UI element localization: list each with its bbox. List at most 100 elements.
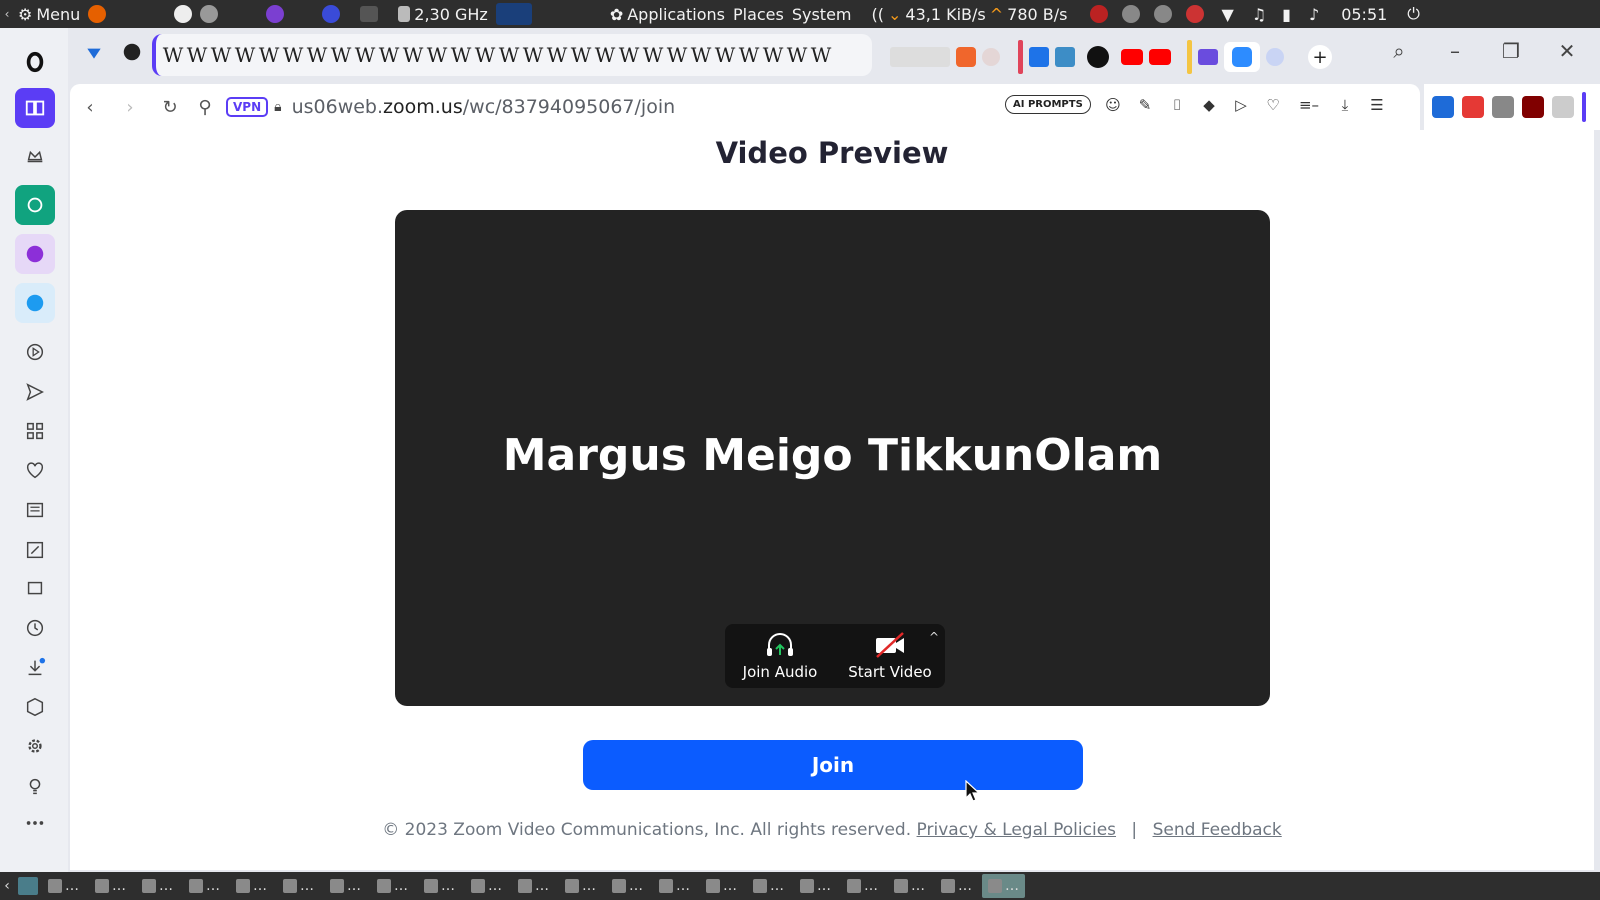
tab-search-icon[interactable]: ⌕ [1386, 38, 1412, 64]
system-menu[interactable]: System [788, 0, 856, 28]
tab-wikipedia[interactable]: W [306, 43, 328, 67]
opera-logo-button[interactable] [15, 42, 55, 82]
key-button[interactable]: ⚲ [190, 87, 220, 127]
start-video-button[interactable]: Start Video ^ [835, 624, 945, 688]
tab-wikipedia[interactable]: W [354, 43, 376, 67]
tab-wikipedia[interactable]: W [738, 43, 760, 67]
tab-wikipedia[interactable]: W [570, 43, 592, 67]
easy-setup-icon[interactable]: ≡– [1294, 94, 1324, 116]
back-button[interactable]: ‹ [70, 87, 110, 127]
sidebar-more-button[interactable] [15, 803, 55, 843]
bookmark-heart-icon[interactable]: ♡ [1262, 94, 1284, 116]
taskbar-window-button[interactable]: … [277, 874, 320, 898]
taskbar-window-button[interactable]: … [418, 874, 461, 898]
taskbar-window-button[interactable]: … [653, 874, 696, 898]
sidebar-item-editor[interactable] [15, 530, 55, 570]
lock-icon[interactable]: 🔒︎ [274, 99, 281, 115]
close-window-icon[interactable]: ✕ [1554, 38, 1580, 64]
tab-wikipedia[interactable]: W [786, 43, 808, 67]
pinned-tab-1[interactable] [80, 38, 108, 66]
sidebar-item-chatgpt[interactable] [15, 185, 55, 225]
sidebar-item-chatsonic[interactable] [15, 234, 55, 274]
taskbar-window-button[interactable]: … [89, 874, 132, 898]
terminal-launcher[interactable] [356, 0, 382, 28]
firefox-launcher[interactable] [84, 0, 110, 28]
settings-launcher[interactable] [196, 0, 222, 28]
pinned-tab-github[interactable] [118, 38, 146, 66]
mail-icon[interactable] [1198, 49, 1218, 65]
send-feedback-link[interactable]: Send Feedback [1153, 820, 1282, 840]
taskbar-window-button[interactable]: … [747, 874, 790, 898]
location-icon[interactable] [1266, 48, 1284, 66]
settings-sliders-icon[interactable]: ☰ [1366, 94, 1388, 116]
taskbar-window-button[interactable]: … [935, 874, 978, 898]
youtube-icon[interactable] [1121, 49, 1143, 65]
sidebar-item-twitter[interactable] [15, 283, 55, 323]
tab-wikipedia[interactable]: W [426, 43, 448, 67]
url-field[interactable]: us06web.zoom.us/wc/83794095067/join [292, 96, 676, 118]
opera-launcher[interactable] [318, 0, 344, 28]
taskbar-window-button[interactable]: … [136, 874, 179, 898]
places-menu[interactable]: Places [729, 0, 788, 28]
tab-wikipedia[interactable]: W [210, 43, 232, 67]
forward-button[interactable]: › [110, 87, 150, 127]
taskbar-window-button[interactable]: … [841, 874, 884, 898]
tab-wikipedia[interactable]: W [258, 43, 280, 67]
taskbar-window-button[interactable]: … [982, 874, 1025, 898]
tab-wikipedia[interactable]: W [666, 43, 688, 67]
join-audio-button[interactable]: Join Audio [725, 624, 835, 688]
tab-wikipedia[interactable]: W [186, 43, 208, 67]
usb-icon-2[interactable] [1153, 5, 1172, 23]
podcast-launcher[interactable] [262, 0, 288, 28]
ext-translate-icon[interactable] [1462, 96, 1484, 118]
upwork-icon[interactable] [1087, 46, 1109, 68]
speedometer-icon[interactable] [1089, 5, 1108, 23]
ext-yandex-icon[interactable] [1432, 96, 1454, 118]
cpu-freq-indicator[interactable]: 2,30 GHz [394, 0, 492, 28]
tab-wikipedia[interactable]: W [522, 43, 544, 67]
tab-wikipedia[interactable]: W [594, 43, 616, 67]
battery-icon[interactable]: ▮ [1282, 5, 1291, 24]
send-icon[interactable]: ▷ [1230, 94, 1252, 116]
emoji-icon[interactable]: ☺ [1102, 94, 1124, 116]
ext-cube-icon[interactable] [1552, 96, 1574, 118]
sidebar-item-tips[interactable] [15, 766, 55, 806]
usb-icon[interactable] [1121, 5, 1140, 23]
clock[interactable]: 05:51 [1337, 0, 1391, 28]
sidebar-item-tabs[interactable] [15, 569, 55, 609]
new-tab-button[interactable]: + [1308, 45, 1332, 69]
gauge-icon[interactable] [982, 48, 1000, 66]
tab-wikipedia[interactable]: W [282, 43, 304, 67]
ext-ublock-icon[interactable] [1522, 96, 1544, 118]
sidebar-item-downloads[interactable] [15, 648, 55, 688]
tab-wikipedia[interactable]: W [474, 43, 496, 67]
stack-icon[interactable] [1029, 47, 1049, 67]
taskbar-window-button[interactable]: … [794, 874, 837, 898]
taskbar-window-button[interactable]: … [512, 874, 555, 898]
taskbar-window-button[interactable]: … [371, 874, 414, 898]
taskbar-window-button[interactable]: … [559, 874, 602, 898]
shield-icon[interactable]: ◆ [1198, 94, 1220, 116]
taskbar-window-button[interactable]: … [888, 874, 931, 898]
ai-prompts-button[interactable]: AI PROMPTS [1005, 95, 1091, 114]
tab-wikipedia[interactable]: W [450, 43, 472, 67]
notification-bell-icon[interactable]: ♫ [1252, 5, 1266, 24]
wifi-icon[interactable]: ▼ [1222, 5, 1234, 24]
taskbar-window-button[interactable]: … [183, 874, 226, 898]
sidebar-item-news[interactable] [15, 490, 55, 530]
volume-icon[interactable]: ♪ [1309, 5, 1319, 24]
edit-icon[interactable]: ✎ [1134, 94, 1156, 116]
taskbar-window-button[interactable]: … [700, 874, 743, 898]
downloads-icon[interactable]: ⤓ [1334, 94, 1356, 116]
tab-wikipedia[interactable]: W [618, 43, 640, 67]
taskbar-left-arrow-icon[interactable]: ‹ [0, 878, 14, 894]
taskbar-window-button[interactable]: … [606, 874, 649, 898]
wikipedia-tab-strip[interactable]: WWWWWWWWWWWWWWWWWWWWWWWWWWWW [152, 34, 872, 76]
blogger-icon[interactable] [956, 47, 976, 67]
sidebar-item-aria[interactable] [15, 136, 55, 176]
sidebar-item-speed-dial[interactable] [15, 411, 55, 451]
tab-wikipedia[interactable]: W [810, 43, 832, 67]
main-menu-button[interactable]: ⚙ Menu [14, 0, 84, 28]
sidebar-item-history[interactable] [15, 608, 55, 648]
tab-wikipedia[interactable]: W [642, 43, 664, 67]
